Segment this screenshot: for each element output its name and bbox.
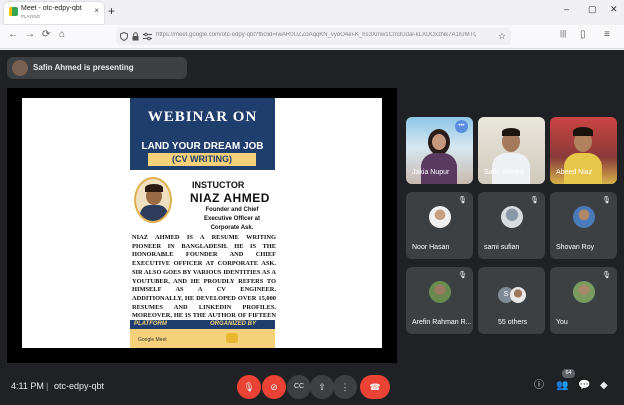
participant-name: sami sufian <box>484 244 520 251</box>
browser-tab[interactable]: Meet - otc-edpy-qbt PLAYING × <box>4 2 104 24</box>
participant-tile[interactable]: 🎙 Shovan Roy <box>550 192 617 259</box>
participant-tile[interactable]: 🎙 Noor Hasan <box>406 192 473 259</box>
shield-icon[interactable] <box>120 32 128 41</box>
lock-icon[interactable] <box>132 32 139 41</box>
control-bar: 4:11 PM | otc-edpy-qbt 🎙 ⊘ CC ⇧ ⋮ ☎ ⓘ 👥 … <box>0 369 624 405</box>
minimize-icon[interactable]: – <box>564 5 569 14</box>
leave-call-button[interactable]: ☎ <box>360 375 390 399</box>
meet-area: Safin Ahmed is presenting WEBINAR ON LAN… <box>0 50 624 405</box>
close-window-icon[interactable]: ✕ <box>610 5 618 14</box>
organized-label: ORGANIZED BY <box>210 321 257 327</box>
participant-tile[interactable]: Abeed Niaz <box>550 117 617 184</box>
mic-off-icon: 🎙 <box>602 197 611 204</box>
meeting-code: otc-edpy-qbt <box>54 381 105 391</box>
participant-name: Abeed Niaz <box>556 169 593 176</box>
instructor-role: Founder and Chief Executive Officer at C… <box>203 207 261 231</box>
slide-heading: WEBINAR ON <box>147 109 258 125</box>
participant-tile[interactable]: Safin Ahmed <box>478 117 545 184</box>
presentation-stage[interactable]: WEBINAR ON LAND YOUR DREAM JOB (CV WRITI… <box>7 88 397 363</box>
participant-tile[interactable]: 🎙 Arefin Rahman R... <box>406 267 473 334</box>
tab-title: Meet - otc-edpy-qbt <box>21 5 82 12</box>
mic-toggle-button[interactable]: 🎙 <box>237 375 261 399</box>
tune-icon[interactable] <box>143 32 152 41</box>
menu-icon[interactable]: ≡ <box>604 30 610 40</box>
people-icon[interactable]: 👥 <box>556 381 568 391</box>
mic-off-icon: 🎙 <box>602 272 611 279</box>
participant-name: Shovan Roy <box>556 244 595 251</box>
url-text: https://meet.google.com/otc-edpy-qbt?fbc… <box>156 32 476 38</box>
instructor-label: INSTUCTOR <box>192 180 245 190</box>
organizer-logo-icon <box>226 333 238 343</box>
new-tab-icon[interactable]: + <box>108 5 115 17</box>
avatar <box>573 206 595 228</box>
participant-tile[interactable]: ••• Jakia Nupur <box>406 117 473 184</box>
divider: | <box>46 381 49 391</box>
close-tab-icon[interactable]: × <box>94 7 99 15</box>
instructor-photo <box>134 177 172 223</box>
captions-button[interactable]: CC <box>287 375 311 399</box>
maximize-icon[interactable]: ▢ <box>588 5 597 14</box>
back-icon[interactable]: ← <box>8 30 18 40</box>
mic-off-icon: 🎙 <box>458 197 467 204</box>
participant-name: Safin Ahmed <box>484 169 524 176</box>
info-icon[interactable]: ⓘ <box>534 381 544 391</box>
forward-icon[interactable]: → <box>25 30 35 40</box>
presenting-text: Safin Ahmed is presenting <box>33 63 134 72</box>
presentation-slide: WEBINAR ON LAND YOUR DREAM JOB (CV WRITI… <box>22 98 382 348</box>
slide-subtitle: (CV WRITING) <box>172 154 232 164</box>
participant-tile[interactable]: 🎙 You <box>550 267 617 334</box>
browser-chrome: Meet - otc-edpy-qbt PLAYING × + – ▢ ✕ ← … <box>0 0 624 50</box>
instructor-bio: Niaz Ahmed is a resume writing pioneer i… <box>132 234 276 328</box>
slide-subtitle-band: (CV WRITING) <box>148 153 256 166</box>
platform-label: PLATFORM <box>134 321 167 327</box>
mic-off-icon: 🎙 <box>458 272 467 279</box>
activities-icon[interactable]: ◆ <box>600 381 608 391</box>
navigation-bar: ← → ⟳ ⌂ https://meet.google.com/otc-edpy… <box>0 25 624 49</box>
clock-time: 4:11 PM <box>11 381 44 391</box>
participant-name: You <box>556 319 568 326</box>
reload-icon[interactable]: ⟳ <box>42 30 50 40</box>
address-bar[interactable]: https://meet.google.com/otc-edpy-qbt?fbc… <box>116 28 511 45</box>
bookmark-star-icon[interactable]: ☆ <box>498 31 506 42</box>
tab-playing-label: PLAYING <box>21 14 41 19</box>
avatar <box>510 287 526 303</box>
platform-name: Google Meet <box>138 337 167 343</box>
participant-name: Jakia Nupur <box>412 169 450 176</box>
avatar <box>573 281 595 303</box>
chat-icon[interactable]: 💬 <box>578 381 590 391</box>
presenter-avatar <box>12 60 28 76</box>
present-button[interactable]: ⇧ <box>310 375 334 399</box>
participant-name: 55 others <box>498 319 528 326</box>
more-options-icon[interactable]: ••• <box>455 120 468 133</box>
participant-name: Noor Hasan <box>412 244 450 251</box>
camera-toggle-button[interactable]: ⊘ <box>262 375 286 399</box>
meet-favicon-icon <box>9 7 18 16</box>
participant-count-badge: 64 <box>562 369 575 378</box>
participant-tile[interactable]: S 55 others <box>478 267 545 334</box>
instructor-name: NIAZ AHMED <box>190 191 270 205</box>
slide-title: LAND YOUR DREAM JOB <box>141 141 264 152</box>
sidebar-icon[interactable]: ▯ <box>580 30 586 40</box>
avatar <box>501 206 523 228</box>
avatar <box>429 206 451 228</box>
presenting-banner: Safin Ahmed is presenting <box>7 57 187 79</box>
participant-name: Arefin Rahman R... <box>412 319 472 326</box>
more-options-button[interactable]: ⋮ <box>333 375 357 399</box>
participant-tile[interactable]: 🎙 sami sufian <box>478 192 545 259</box>
mic-off-icon: 🎙 <box>530 197 539 204</box>
slide-footer: PLATFORM ORGANIZED BY Google Meet <box>130 320 275 348</box>
library-icon[interactable]: ||| <box>560 30 566 38</box>
home-icon[interactable]: ⌂ <box>59 30 65 40</box>
avatar <box>429 281 451 303</box>
